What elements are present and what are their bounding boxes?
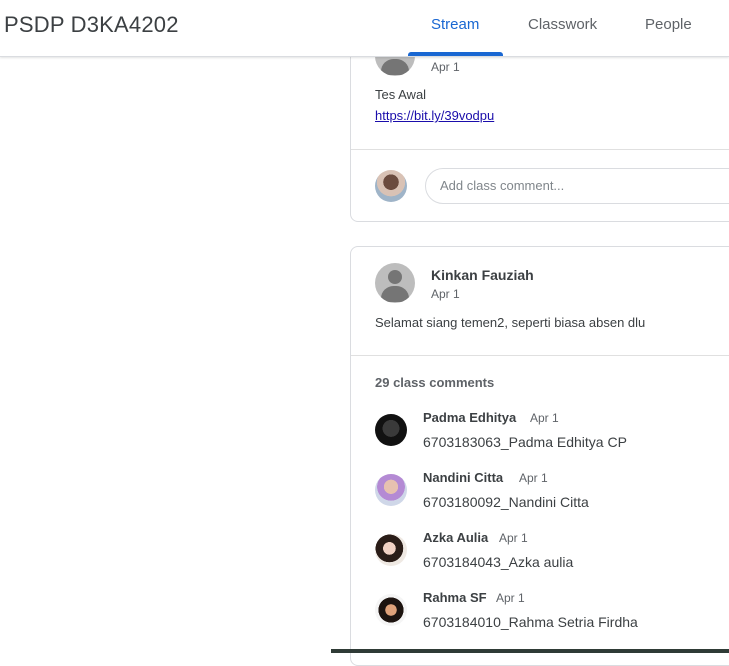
class-title[interactable]: PSDP D3KA4202 [4, 12, 179, 38]
announcement-card: Kinkan Fauziah Apr 1 Selamat siang temen… [350, 246, 729, 666]
post-date: Apr 1 [431, 60, 460, 74]
post-link[interactable]: https://bit.ly/39vodpu [375, 108, 494, 123]
post-text: Tes Awal [375, 87, 427, 102]
comment-composer: Add class comment... [351, 150, 729, 222]
commenter-avatar [375, 534, 407, 566]
commenter-name[interactable]: Azka Aulia [423, 530, 488, 545]
current-user-avatar [375, 170, 407, 202]
post-date: Apr 1 [431, 287, 460, 301]
comment-text: 6703184043_Azka aulia [423, 554, 574, 570]
comment-date: Apr 1 [499, 531, 528, 545]
comment-text: 6703183063_Padma Edhitya CP [423, 434, 627, 450]
comment-text: 6703180092_Nandini Citta [423, 494, 589, 510]
comment-text: 6703184010_Rahma Setria Firdha [423, 614, 638, 630]
author-avatar [375, 263, 415, 303]
divider [351, 355, 729, 356]
tab-classwork[interactable]: Classwork [528, 16, 597, 33]
commenter-name[interactable]: Rahma SF [423, 590, 487, 605]
class-comments-count[interactable]: 29 class comments [375, 375, 494, 390]
add-comment-input[interactable]: Add class comment... [425, 168, 729, 204]
bottom-edge-bar [331, 649, 729, 653]
commenter-name[interactable]: Padma Edhitya [423, 410, 516, 425]
commenter-name[interactable]: Nandini Citta [423, 470, 503, 485]
comment-date: Apr 1 [519, 471, 548, 485]
comment-date: Apr 1 [496, 591, 525, 605]
commenter-avatar [375, 414, 407, 446]
tab-people[interactable]: People [645, 16, 692, 33]
tab-stream[interactable]: Stream [431, 16, 479, 33]
author-name[interactable]: Kinkan Fauziah [431, 267, 534, 283]
top-app-bar: PSDP D3KA4202 Stream Classwork People [0, 0, 729, 57]
post-text: Selamat siang temen2, seperti biasa abse… [375, 315, 646, 330]
active-tab-indicator [408, 52, 503, 56]
commenter-avatar [375, 474, 407, 506]
comment-date: Apr 1 [530, 411, 559, 425]
commenter-avatar [375, 594, 407, 626]
